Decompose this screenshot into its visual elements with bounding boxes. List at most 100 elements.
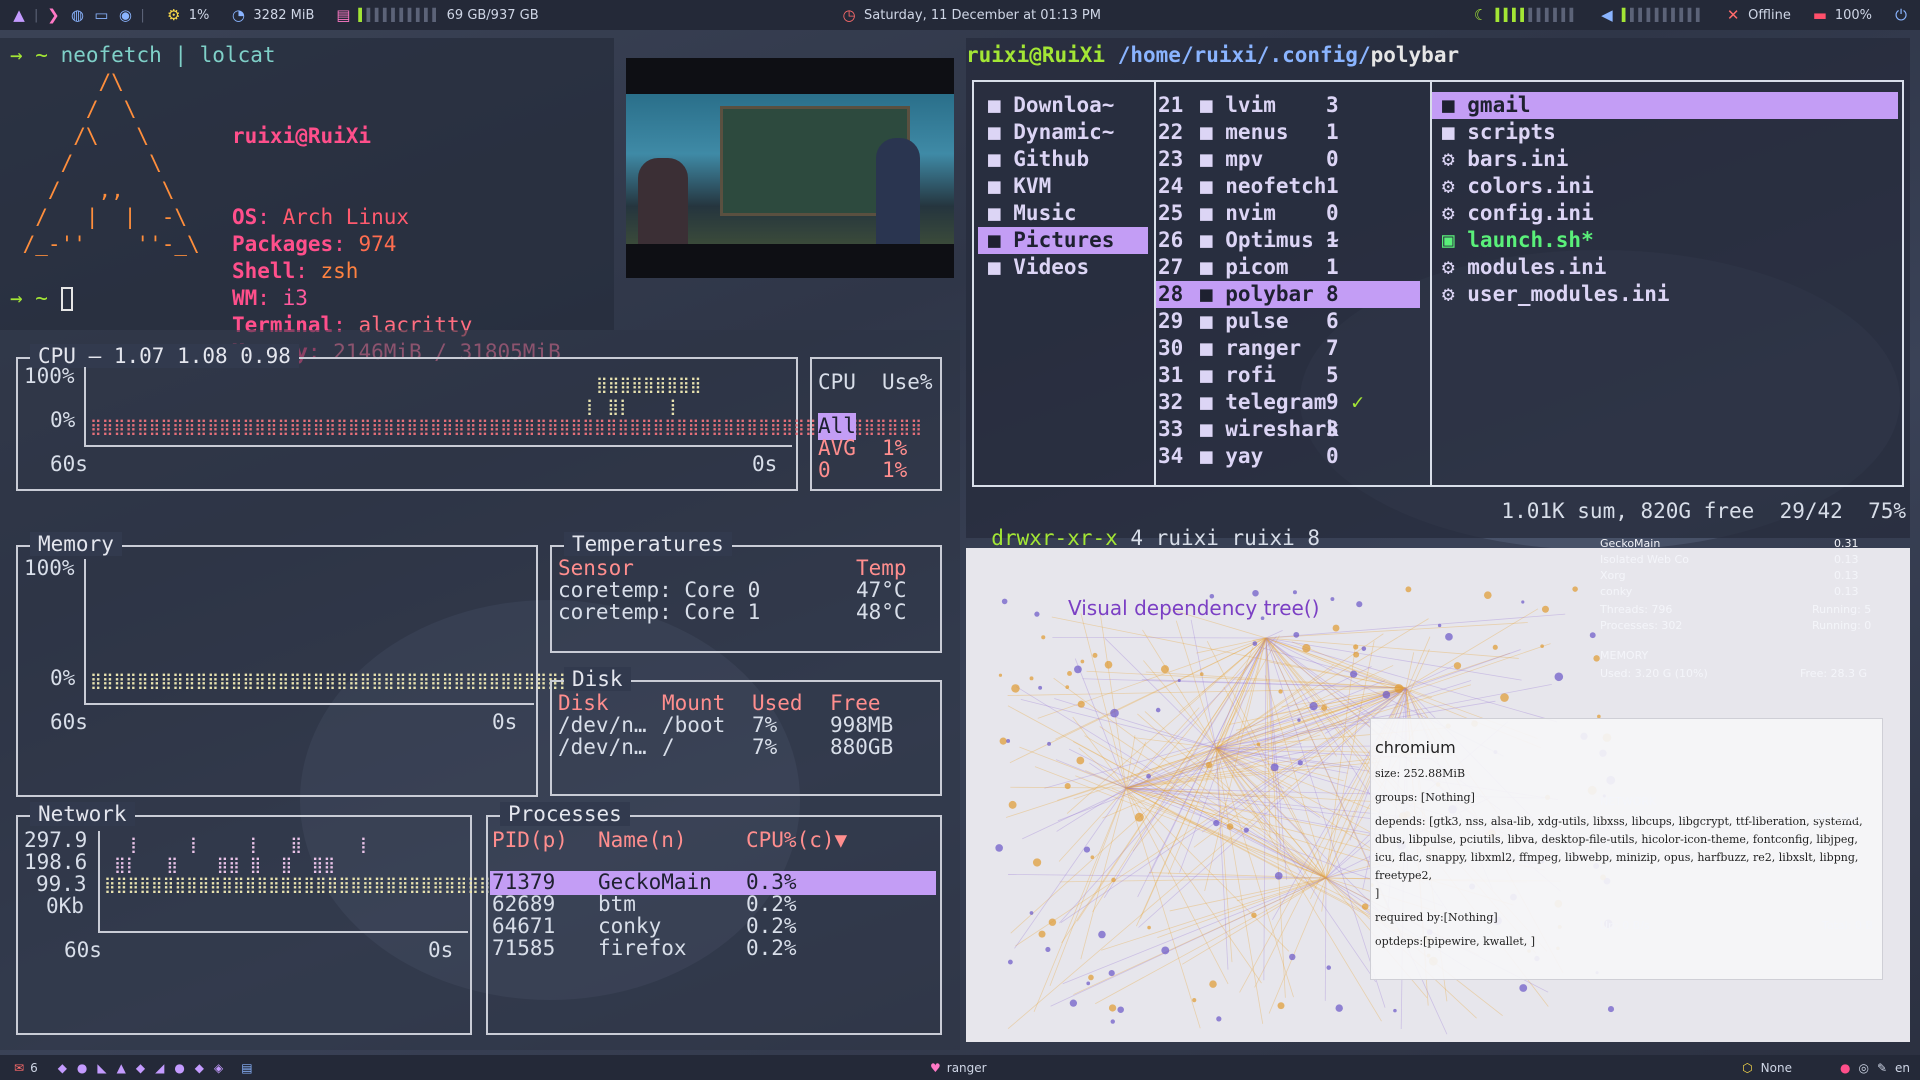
package-node[interactable]	[1098, 930, 1106, 939]
package-node[interactable]	[1607, 1006, 1615, 1013]
package-node[interactable]	[1332, 624, 1340, 632]
package-node[interactable]	[1067, 671, 1072, 676]
package-node[interactable]	[1108, 1004, 1117, 1012]
package-node[interactable]	[1069, 999, 1078, 1007]
package-node[interactable]	[1353, 651, 1360, 658]
package-node[interactable]	[1199, 672, 1204, 676]
package-node[interactable]	[1083, 846, 1091, 853]
video-player[interactable]	[626, 58, 954, 278]
package-node[interactable]	[1243, 827, 1249, 833]
package-node[interactable]	[1292, 590, 1297, 595]
ranger-preview-item[interactable]: ⚙ modules.ini	[1432, 254, 1898, 281]
package-node[interactable]	[998, 673, 1003, 677]
ranger-parent-item[interactable]: ■ Videos	[978, 254, 1148, 281]
neofetch-terminal[interactable]: → ~ neofetch | lolcat /\ / \ /\ \ / \ / …	[0, 38, 614, 364]
package-node[interactable]	[1065, 685, 1070, 689]
cpu-header[interactable]: CPU%(c)▼	[746, 827, 847, 854]
package-node[interactable]	[1146, 773, 1151, 779]
package-node[interactable]	[1274, 871, 1283, 880]
arch-icon[interactable]: ▲	[10, 6, 28, 24]
package-node[interactable]	[1104, 660, 1113, 669]
process-row[interactable]: 71585 firefox 0.2%	[490, 936, 936, 961]
package-node[interactable]	[1540, 644, 1544, 648]
package-node[interactable]	[1297, 718, 1301, 722]
package-node[interactable]	[1394, 684, 1404, 693]
package-node[interactable]	[1088, 974, 1094, 981]
ranger-parent-item[interactable]: ■ Music	[978, 200, 1148, 227]
package-node[interactable]	[1251, 912, 1257, 918]
folder-icon[interactable]: ▭	[92, 6, 110, 24]
package-node[interactable]	[1108, 970, 1115, 977]
firefox-icon[interactable]: ◍	[68, 6, 86, 24]
ranger-preview-item[interactable]: ⚙ config.ini	[1432, 200, 1898, 227]
package-node[interactable]	[1541, 605, 1549, 613]
package-node[interactable]	[1032, 858, 1042, 867]
package-node[interactable]	[1302, 643, 1311, 653]
ranger-preview-item[interactable]: ▣ launch.sh*	[1432, 227, 1898, 254]
process-row[interactable]: 64671 conky 0.2%	[490, 914, 936, 939]
package-node[interactable]	[1064, 782, 1071, 790]
name-header[interactable]: Name(n)	[598, 827, 687, 854]
ranger-dir-item[interactable]: 33 ■ wireshark 3	[1156, 416, 1420, 443]
package-node[interactable]	[1361, 646, 1367, 651]
cpu-row-label[interactable]: 0	[818, 457, 831, 484]
ranger-parent-item[interactable]: ■ Dynamic~	[978, 119, 1148, 146]
package-node[interactable]	[1500, 693, 1509, 702]
ranger-parent-item[interactable]: ■ KVM	[978, 173, 1148, 200]
package-node[interactable]	[1209, 980, 1217, 988]
package-node[interactable]	[1349, 670, 1358, 678]
package-node[interactable]	[1134, 812, 1144, 822]
package-node[interactable]	[1090, 855, 1095, 860]
package-node[interactable]	[1001, 598, 1008, 605]
package-node[interactable]	[1483, 591, 1492, 599]
package-node[interactable]	[1111, 877, 1116, 883]
package-node[interactable]	[1147, 925, 1151, 930]
pid-header[interactable]: PID(p)	[492, 827, 568, 854]
package-node[interactable]	[1177, 678, 1181, 682]
package-node[interactable]	[1029, 911, 1034, 915]
document-icon[interactable]: ▤	[233, 1061, 252, 1075]
package-node[interactable]	[1326, 965, 1331, 970]
package-node[interactable]	[1226, 823, 1234, 830]
package-node[interactable]	[1048, 918, 1057, 926]
language-indicator[interactable]: en	[1895, 1061, 1910, 1075]
package-node[interactable]	[1161, 946, 1170, 955]
package-node[interactable]	[1321, 704, 1328, 711]
package-node[interactable]	[1074, 665, 1082, 674]
package-node[interactable]	[1554, 672, 1564, 682]
network-module[interactable]: ✕ Offline	[1714, 0, 1801, 30]
ranger-dir-item[interactable]: 23 ■ mpv 0	[1156, 146, 1420, 173]
ranger-dir-item[interactable]: 31 ■ rofi 5	[1156, 362, 1420, 389]
package-node[interactable]	[1077, 700, 1085, 708]
package-node[interactable]	[1038, 930, 1046, 938]
bottom-monitor[interactable]: CPU — 1.07 1.08 0.98 100% 0% 60s 0s ⣿⣿⣿⣿…	[0, 330, 960, 1050]
ranger-dir-item[interactable]: 32 ■ telegram 9 ✓	[1156, 389, 1420, 416]
ranger-dir-item[interactable]: 22 ■ menus 1	[1156, 119, 1420, 146]
package-node[interactable]	[1092, 652, 1098, 658]
tray-icon[interactable]: ◎	[1858, 1061, 1868, 1075]
ranger-dir-item[interactable]: 24 ■ neofetch 1	[1156, 173, 1420, 200]
package-node[interactable]	[995, 844, 1003, 852]
package-node[interactable]	[1007, 959, 1013, 965]
package-node[interactable]	[1029, 676, 1034, 681]
package-node[interactable]	[1076, 756, 1085, 765]
package-node[interactable]	[1047, 741, 1052, 746]
volume-module[interactable]: ◀ ▌▌▌▌▌▌▌▌▌▌	[1588, 0, 1714, 30]
package-node[interactable]	[1353, 644, 1359, 650]
package-node[interactable]	[1038, 685, 1043, 690]
ranger-preview-item[interactable]: ⚙ user_modules.ini	[1432, 281, 1898, 308]
package-node[interactable]	[1160, 665, 1170, 674]
package-node[interactable]	[1589, 632, 1596, 639]
power-module[interactable]: ⏻	[1882, 0, 1920, 30]
ranger-preview-item[interactable]: ■ gmail	[1432, 92, 1898, 119]
package-node[interactable]	[1011, 684, 1020, 693]
package-node[interactable]	[1278, 689, 1283, 694]
package-node[interactable]	[1216, 1016, 1222, 1022]
package-node[interactable]	[1086, 981, 1091, 986]
package-node[interactable]	[1277, 1002, 1285, 1010]
ranger-dir-item[interactable]: 25 ■ nvim 0	[1156, 200, 1420, 227]
package-node[interactable]	[1453, 662, 1462, 670]
ranger-preview-item[interactable]: ⚙ colors.ini	[1432, 173, 1898, 200]
package-node[interactable]	[1519, 984, 1528, 992]
process-row[interactable]: 71379 GeckoMain 0.3%	[490, 870, 936, 895]
